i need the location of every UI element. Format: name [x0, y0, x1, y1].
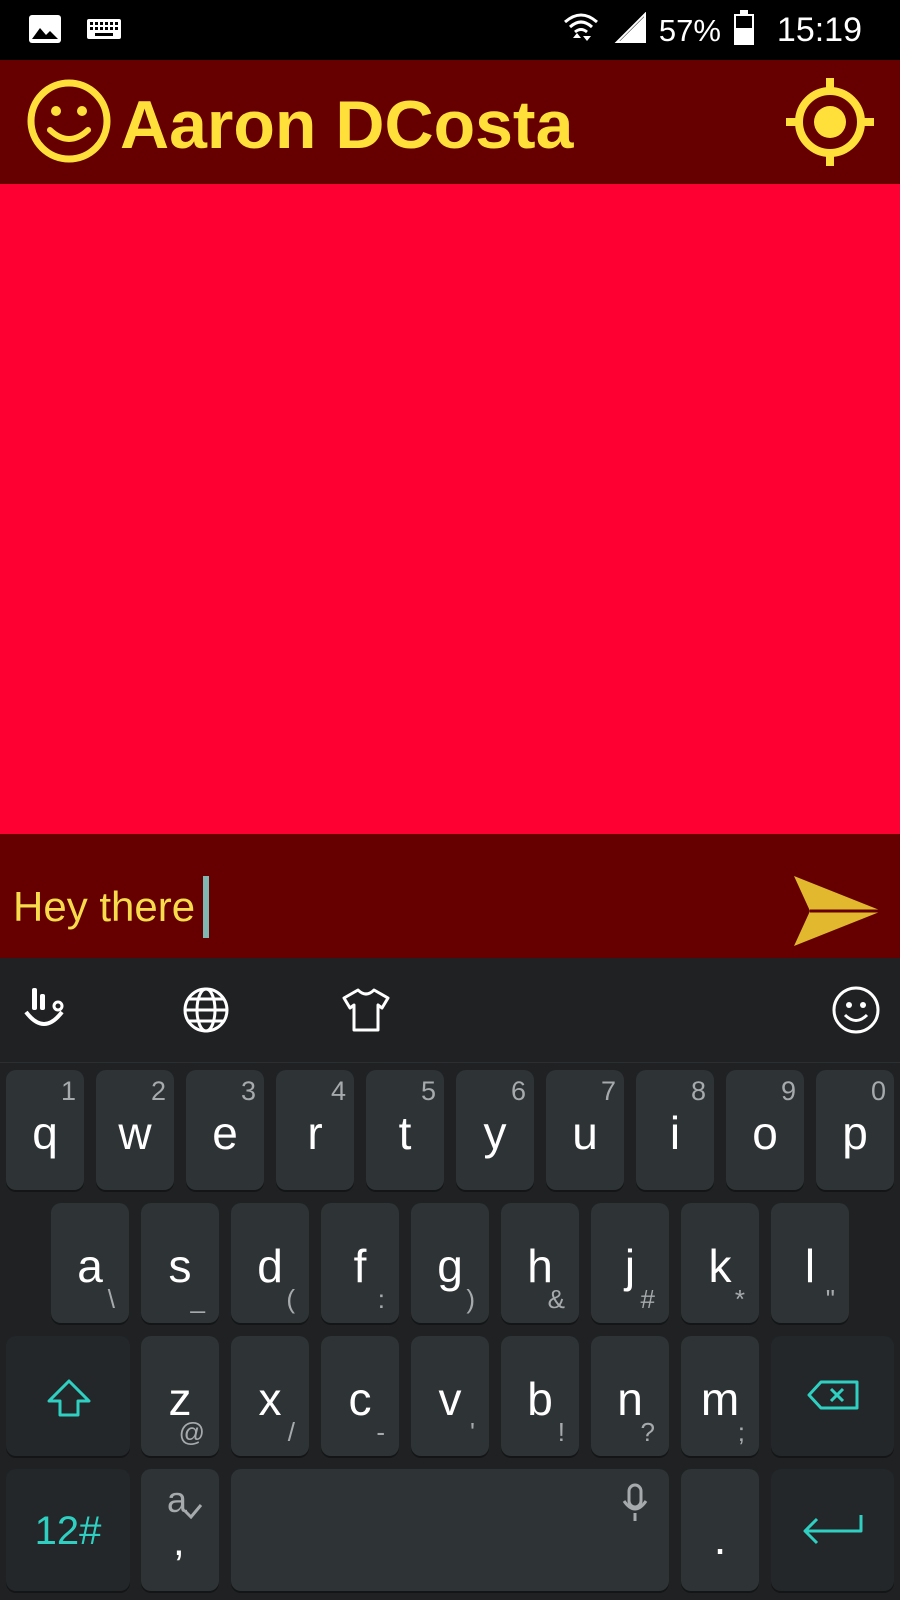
message-composer: Hey there: [0, 834, 900, 958]
key-j[interactable]: j #: [591, 1203, 669, 1323]
keyboard-toolbar: [0, 958, 900, 1063]
backspace-icon: [807, 1380, 859, 1415]
clock: 15:19: [776, 11, 862, 49]
chat-area[interactable]: [0, 184, 900, 834]
key-l[interactable]: l ": [771, 1203, 849, 1323]
key-h[interactable]: h &: [501, 1203, 579, 1323]
backspace-key[interactable]: [771, 1336, 894, 1456]
key-b[interactable]: b!: [501, 1336, 579, 1456]
key-c[interactable]: c-: [321, 1336, 399, 1456]
battery-icon: [733, 10, 755, 51]
key-k[interactable]: k *: [681, 1203, 759, 1323]
key-d[interactable]: d(: [231, 1203, 309, 1323]
keyboard-icon: [86, 18, 122, 45]
emoji-icon[interactable]: [830, 984, 882, 1036]
key-m[interactable]: m;: [681, 1336, 759, 1456]
key-z[interactable]: z @: [141, 1336, 219, 1456]
key-f[interactable]: f:: [321, 1203, 399, 1323]
app-bar: Aaron DCosta: [0, 60, 900, 184]
key-o[interactable]: 9o: [726, 1070, 804, 1190]
key-y[interactable]: 6y: [456, 1070, 534, 1190]
key-q[interactable]: 1q: [6, 1070, 84, 1190]
battery-percent: 57%: [658, 12, 721, 48]
period-key[interactable]: .: [681, 1469, 759, 1591]
key-g[interactable]: g): [411, 1203, 489, 1323]
shift-key[interactable]: [6, 1336, 130, 1456]
check-icon: [183, 1503, 203, 1524]
enter-key[interactable]: [771, 1469, 894, 1591]
message-text: Hey there: [13, 883, 196, 930]
key-n[interactable]: n?: [591, 1336, 669, 1456]
key-w[interactable]: 2w: [96, 1070, 174, 1190]
wifi-icon: [563, 10, 599, 51]
key-s[interactable]: s _: [141, 1203, 219, 1323]
message-input[interactable]: Hey there: [13, 876, 210, 938]
image-icon: [28, 14, 62, 49]
language-key[interactable]: a ,: [141, 1469, 219, 1591]
space-key[interactable]: [231, 1469, 669, 1591]
signal-icon: [611, 11, 647, 49]
key-r[interactable]: 4r: [276, 1070, 354, 1190]
text-cursor: [203, 876, 210, 938]
globe-icon[interactable]: [180, 984, 232, 1036]
key-e[interactable]: 3e: [186, 1070, 264, 1190]
key-v[interactable]: v ': [411, 1336, 489, 1456]
soft-keyboard: 1q 2w 3e 4r 5t 6y 7u 8i 9o 0p a \ s _ d( f…: [0, 958, 900, 1600]
status-bar: 57% 15:19: [0, 0, 900, 60]
touchpal-logo-icon[interactable]: [18, 984, 70, 1036]
tshirt-theme-icon[interactable]: [340, 984, 392, 1036]
key-t[interactable]: 5t: [366, 1070, 444, 1190]
key-u[interactable]: 7u: [546, 1070, 624, 1190]
contact-name: Aaron DCosta: [120, 87, 574, 163]
shift-icon: [46, 1378, 92, 1423]
key-a[interactable]: a \: [51, 1203, 129, 1323]
key-i[interactable]: 8i: [636, 1070, 714, 1190]
numbers-key[interactable]: 12#: [6, 1469, 130, 1591]
enter-icon: [801, 1513, 865, 1554]
key-p[interactable]: 0p: [816, 1070, 894, 1190]
microphone-icon: [621, 1483, 649, 1528]
key-x[interactable]: x /: [231, 1336, 309, 1456]
